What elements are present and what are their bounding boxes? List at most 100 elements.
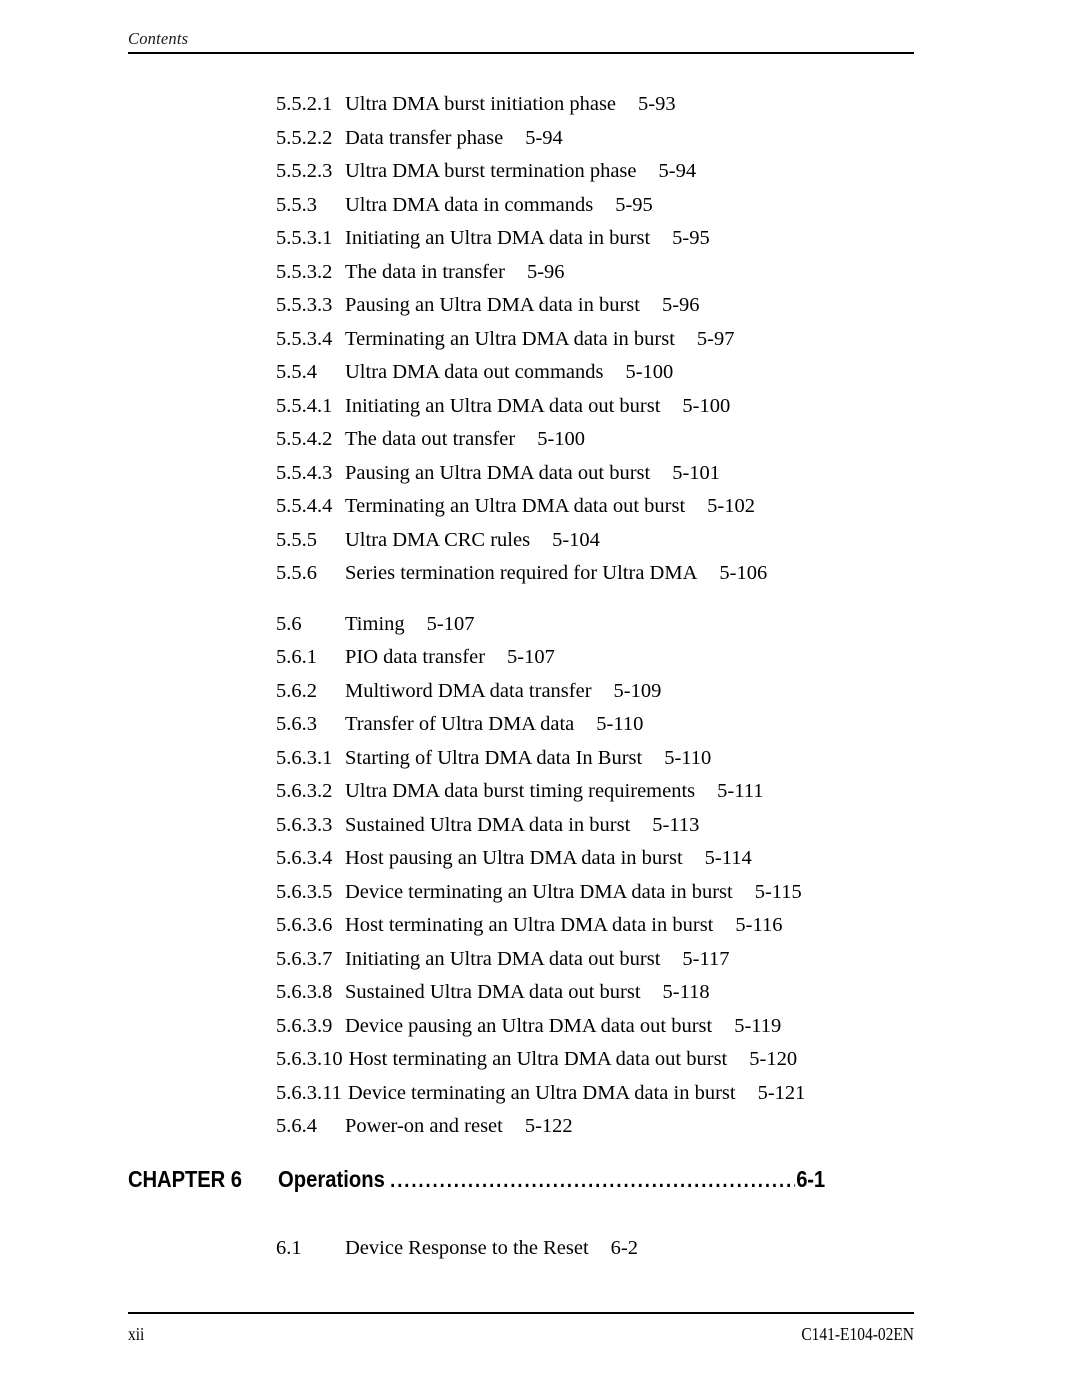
toc-entry-number: 5.5.4.4	[276, 495, 333, 517]
toc-entry-title: Initiating an Ultra DMA data in burst	[345, 227, 651, 249]
toc-entry-title: Ultra DMA CRC rules	[345, 528, 531, 551]
toc-entry[interactable]: 5.6 Timing 5-107	[0, 608, 1080, 642]
toc-entry[interactable]: 5.5.3.4 Terminating an Ultra DMA data in …	[0, 323, 1080, 357]
toc-entry[interactable]: 5.5.6 Series termination required for Ult…	[0, 557, 1080, 591]
toc-entry-title: PIO data transfer	[345, 646, 486, 668]
toc-entry-title: Device terminating an Ultra DMA data in …	[347, 1081, 736, 1104]
toc-entry[interactable]: 5.5.4.2 The data out transfer 5-100	[0, 423, 1080, 457]
toc-entry[interactable]: 5.6.3.2 Ultra DMA data burst timing requi…	[0, 775, 1080, 809]
toc-entry-page-number: 5-96	[526, 260, 565, 283]
toc-entry[interactable]: 5.5.3.2 The data in transfer 5-96	[0, 256, 1080, 290]
toc-entry-page-number: 5-120	[749, 1048, 798, 1070]
toc-entry-number: 5.6.3.2	[276, 780, 333, 802]
toc-entry-title: Multiword DMA data transfer	[345, 679, 592, 702]
toc-entry-number: 5.5.3.4	[276, 327, 333, 350]
toc-entry-title: Sustained Ultra DMA data out burst	[345, 981, 641, 1003]
toc-entry-title: The data out transfer	[345, 428, 516, 450]
toc-entry-page-number: 5-107	[426, 612, 475, 635]
toc-entry-title: Initiating an Ultra DMA data out burst	[345, 947, 661, 970]
chapter-label: CHAPTER 6	[128, 1166, 242, 1192]
toc-entry[interactable]: 6.1 Device Response to the Reset 6-2	[0, 1232, 1080, 1266]
toc-entry-number: 6.1	[276, 1237, 302, 1259]
toc-entry[interactable]: 5.5.2.1 Ultra DMA burst initiation phase 5…	[0, 88, 1080, 122]
toc-entry[interactable]: 5.6.3.11 Device terminating an Ultra DMA …	[0, 1077, 1080, 1111]
toc-entry[interactable]: 5.6.3.9 Device pausing an Ultra DMA data …	[0, 1010, 1080, 1044]
toc-entry-page-number: 6-2	[610, 1237, 638, 1259]
toc-entry-page-number: 5-118	[662, 981, 710, 1003]
footer-document-id: C141-E104-02EN	[801, 1324, 914, 1344]
toc-entry-title: Terminating an Ultra DMA data in burst	[345, 327, 675, 350]
chapter-dot-leader: ........................................…	[390, 1170, 795, 1191]
toc-entry-page-number: 5-116	[735, 914, 783, 936]
toc-entry-number: 5.6	[276, 612, 302, 635]
toc-entry[interactable]: 5.6.3.6 Host terminating an Ultra DMA dat…	[0, 909, 1080, 943]
toc-entry[interactable]: 5.6.4 Power-on and reset 5-122	[0, 1110, 1080, 1144]
toc-entry[interactable]: 5.6.3.7 Initiating an Ultra DMA data out …	[0, 943, 1080, 977]
toc-entry-number: 5.6.3.8	[276, 981, 333, 1003]
chapter-heading-row[interactable]: CHAPTER 6 Operations ...................…	[128, 1166, 825, 1193]
toc-entry[interactable]: 5.5.4 Ultra DMA data out commands 5-100	[0, 356, 1080, 390]
toc-entry-number: 5.5.3.2	[276, 260, 333, 283]
toc-entry[interactable]: 5.5.2.2 Data transfer phase 5-94	[0, 122, 1080, 156]
toc-entry[interactable]: 5.5.3.1 Initiating an Ultra DMA data in b…	[0, 222, 1080, 256]
running-header-label: Contents	[128, 29, 189, 48]
toc-entry-title: Ultra DMA data out commands	[345, 361, 604, 383]
toc-entry[interactable]: 5.5.4.3 Pausing an Ultra DMA data out bur…	[0, 457, 1080, 491]
toc-entry-title: Initiating an Ultra DMA data out burst	[345, 394, 661, 417]
chapter-page-number: 6-1	[796, 1166, 825, 1192]
toc-entry-page-number: 5-100	[682, 394, 731, 417]
toc-entry[interactable]: 5.5.3 Ultra DMA data in commands 5-95	[0, 189, 1080, 223]
toc-entry[interactable]: 5.6.3.1 Starting of Ultra DMA data In Bur…	[0, 742, 1080, 776]
toc-entry[interactable]: 5.6.3.4 Host pausing an Ultra DMA data in…	[0, 842, 1080, 876]
toc-entry[interactable]: 5.6.2 Multiword DMA data transfer 5-109	[0, 675, 1080, 709]
page-header: Contents	[128, 29, 914, 54]
toc-entry-title: The data in transfer	[345, 260, 505, 283]
toc-entry-page-number: 5-95	[672, 227, 710, 249]
toc-entry-page-number: 5-95	[615, 193, 653, 216]
toc-entry-page-number: 5-111	[717, 780, 764, 802]
toc-entry-number: 5.5.4	[276, 361, 317, 383]
header-divider	[128, 51, 914, 54]
toc-entry[interactable]: 5.5.4.4 Terminating an Ultra DMA data out…	[0, 490, 1080, 524]
toc-entry[interactable]: 5.5.3.3 Pausing an Ultra DMA data in burs…	[0, 289, 1080, 323]
toc-entry-title: Timing	[345, 612, 405, 635]
toc-entry-title: Host pausing an Ultra DMA data in burst	[345, 847, 683, 869]
toc-entry-page-number: 5-104	[552, 528, 600, 551]
toc-entry-number: 5.5.3.3	[276, 294, 333, 316]
toc-entry-title: Device pausing an Ultra DMA data out bur…	[345, 1014, 713, 1037]
toc-entry[interactable]: 5.5.2.3 Ultra DMA burst termination phase…	[0, 155, 1080, 189]
toc-entry-page-number: 5-96	[661, 294, 700, 316]
toc-entry[interactable]: 5.6.3.8 Sustained Ultra DMA data out burs…	[0, 976, 1080, 1010]
toc-entry[interactable]: 5.6.3.3 Sustained Ultra DMA data in burst…	[0, 809, 1080, 843]
toc-entry-title: Ultra DMA burst termination phase	[345, 160, 637, 182]
toc-entry-number: 5.5.6	[276, 562, 317, 584]
toc-entry-title: Device Response to the Reset	[345, 1237, 589, 1259]
toc-entry-page-number: 5-100	[625, 361, 674, 383]
toc-entry-page-number: 5-119	[734, 1014, 782, 1037]
toc-entry-page-number: 5-107	[507, 646, 555, 668]
toc-entry-number: 5.5.4.3	[276, 461, 333, 484]
toc-entry-page-number: 5-100	[537, 428, 586, 450]
toc-entry-number: 5.6.3.7	[276, 947, 333, 970]
toc-entry-number: 5.5.4.2	[276, 428, 333, 450]
footer-row: xii C141-E104-02EN	[128, 1324, 914, 1345]
footer-divider	[128, 1312, 914, 1314]
toc-entry[interactable]: 5.6.3 Transfer of Ultra DMA data 5-110	[0, 708, 1080, 742]
toc-entry-title: Transfer of Ultra DMA data	[345, 713, 575, 735]
toc-entry-title: Data transfer phase	[345, 126, 504, 149]
toc-entry-title: Device terminating an Ultra DMA data in …	[345, 880, 733, 903]
page-footer: xii C141-E104-02EN	[128, 1312, 914, 1345]
toc-entry[interactable]: 5.5.5 Ultra DMA CRC rules 5-104	[0, 524, 1080, 558]
toc-entry-number: 5.6.2	[276, 679, 317, 702]
toc-entry-page-number: 5-110	[596, 713, 644, 735]
toc-entry-page-number: 5-109	[613, 679, 662, 702]
toc-entry[interactable]: 5.6.1 PIO data transfer 5-107	[0, 641, 1080, 675]
toc-entry-page-number: 5-113	[652, 813, 700, 836]
toc-entry-number: 5.6.4	[276, 1115, 317, 1137]
toc-entry-page-number: 5-94	[658, 160, 697, 182]
toc-entry[interactable]: 5.6.3.5 Device terminating an Ultra DMA d…	[0, 876, 1080, 910]
toc-entry[interactable]: 5.6.3.10 Host terminating an Ultra DMA da…	[0, 1043, 1080, 1077]
toc-entry-page-number: 5-110	[664, 746, 712, 769]
toc-entry-number: 5.6.3	[276, 713, 317, 735]
toc-entry[interactable]: 5.5.4.1 Initiating an Ultra DMA data out …	[0, 390, 1080, 424]
